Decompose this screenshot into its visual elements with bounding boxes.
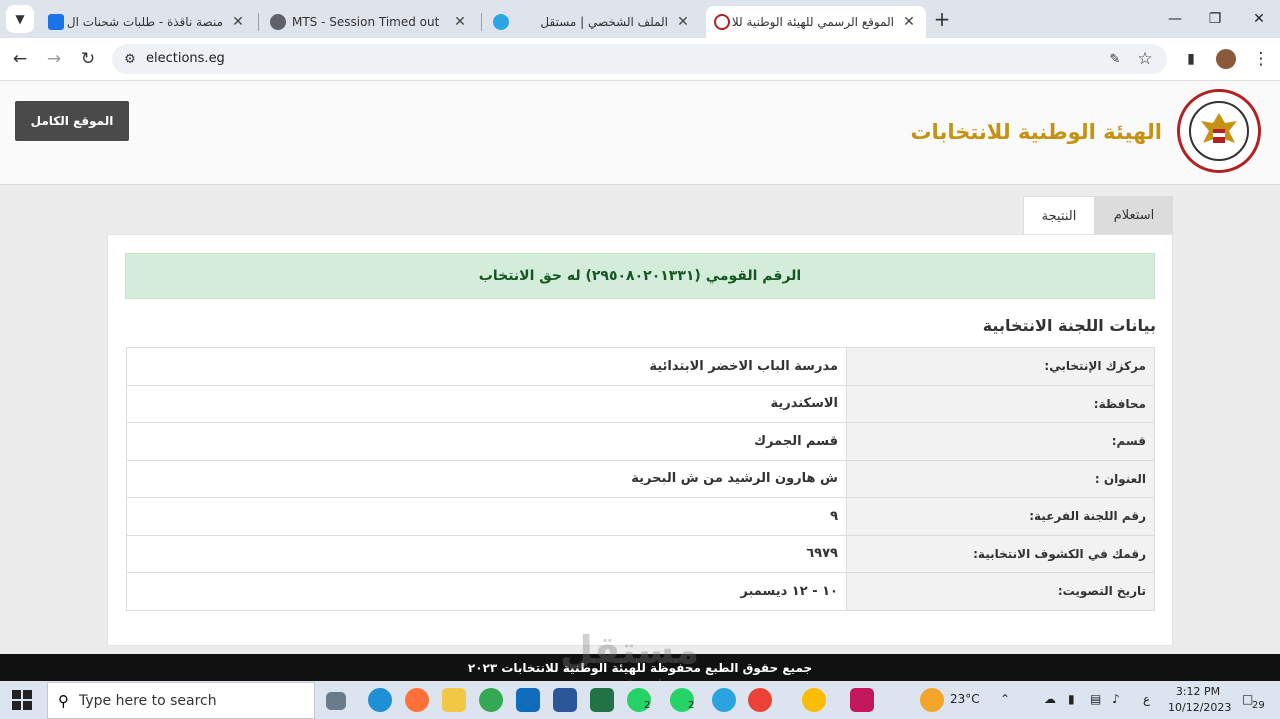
close-tab-icon[interactable]: ✕ — [900, 14, 918, 30]
tab-divider — [258, 13, 259, 31]
side-panel-icon[interactable]: ▮ — [1177, 45, 1205, 73]
telegram-icon[interactable] — [712, 688, 736, 712]
clock-date: 10/12/2023 — [1168, 701, 1232, 714]
translate-icon[interactable]: ✎ — [1101, 45, 1129, 73]
notification-count: 29 — [1252, 700, 1265, 711]
table-row: رقم اللجنة الفرعية: ٩ — [126, 497, 1155, 536]
tab-inquiry[interactable]: استعلام — [1095, 196, 1173, 235]
committee-info-table: مركزك الإنتخابي: مدرسة الباب الاخضر الابت… — [126, 347, 1155, 611]
back-icon[interactable]: ← — [6, 45, 34, 73]
row-value: قسم الجمرك — [126, 422, 847, 461]
globe-icon — [270, 14, 286, 30]
tab-title: الموقع الرسمي للهيئة الوطنية للا — [731, 15, 894, 29]
row-label: قسم: — [846, 422, 1155, 461]
table-row: قسم: قسم الجمرك — [126, 422, 1155, 461]
section-title: بيانات اللجنة الانتخابية — [982, 316, 1156, 335]
table-row: تاريخ التصويت: ١٠ - ١٢ ديسمبر — [126, 572, 1155, 611]
profile-avatar[interactable] — [1212, 45, 1240, 73]
chrome-icon[interactable] — [802, 688, 826, 712]
windows-start-icon[interactable] — [12, 690, 32, 710]
restore-icon[interactable]: ❐ — [1192, 0, 1238, 38]
new-tab-button[interactable]: + — [928, 5, 956, 33]
bookmark-star-icon[interactable]: ☆ — [1131, 45, 1159, 73]
input-language[interactable]: ع — [1143, 692, 1150, 706]
naqda-favicon-icon — [48, 14, 64, 30]
mostaql-favicon-icon — [493, 14, 509, 30]
search-icon: ⚲ — [58, 691, 69, 710]
weather-icon[interactable] — [920, 688, 944, 712]
row-value: الاسكندرية — [126, 384, 847, 423]
task-view-icon[interactable] — [326, 692, 346, 710]
close-tab-icon[interactable]: ✕ — [451, 14, 469, 30]
address-bar[interactable] — [112, 44, 1167, 74]
row-value: ٦٩٧٩ — [126, 534, 847, 573]
site-title: الهيئة الوطنية للانتخابات — [910, 120, 1162, 144]
row-label: رقم اللجنة الفرعية: — [846, 497, 1155, 536]
close-tab-icon[interactable]: ✕ — [229, 14, 247, 30]
menu-kebab-icon[interactable]: ⋮ — [1247, 45, 1275, 73]
row-label: العنوان : — [846, 459, 1155, 498]
chevron-up-icon[interactable]: ⌃ — [1000, 692, 1010, 706]
volume-icon[interactable]: ♪ — [1112, 692, 1120, 706]
eagle-emblem-icon — [1189, 101, 1249, 161]
table-row: العنوان :ش هارون الرشيد من ش البحرية — [126, 459, 1155, 498]
taskbar-clock[interactable]: 3:12 PM 10/12/2023 — [1168, 684, 1232, 716]
taskbar-search-box[interactable]: ⚲ Type here to search — [47, 682, 315, 719]
clock-time: 3:12 PM — [1175, 685, 1221, 698]
word-icon[interactable] — [553, 688, 577, 712]
search-placeholder: Type here to search — [79, 692, 217, 709]
row-value: ١٠ - ١٢ ديسمبر — [126, 572, 847, 611]
outlook-icon[interactable] — [516, 688, 540, 712]
table-row: محافظة: الاسكندرية — [126, 384, 1155, 423]
url-text[interactable]: elections.eg — [146, 51, 225, 66]
row-label: محافظة: — [846, 384, 1155, 423]
elections-logo[interactable] — [1177, 89, 1261, 173]
row-value: مدرسة الباب الاخضر الابتدائية — [126, 347, 847, 386]
row-label: تاريخ التصويت: — [846, 572, 1155, 611]
edge-icon[interactable] — [368, 688, 392, 712]
whatsapp-badge: 2 — [688, 700, 695, 711]
table-row: مركزك الإنتخابي: مدرسة الباب الاخضر الابت… — [126, 347, 1155, 386]
row-value: ش هارون الرشيد من ش البحرية — [126, 459, 847, 498]
tab-search-button[interactable]: ▼ — [6, 5, 34, 33]
row-value: ٩ — [126, 497, 847, 536]
eligibility-alert: الرقم القومي (٢٩٥٠٨٠٢٠١٣٣١) له حق الانتخ… — [125, 253, 1155, 299]
elections-favicon-icon — [714, 14, 730, 30]
chrome-icon[interactable] — [748, 688, 772, 712]
row-label: رقمك في الكشوف الانتخابية: — [846, 534, 1155, 573]
chrome-icon[interactable] — [479, 688, 503, 712]
tab-mts[interactable]: MTS - Session Timed out ✕ — [262, 6, 477, 38]
watermark-logo: مستقل — [560, 628, 699, 672]
site-info-icon[interactable]: ⚙ — [116, 45, 144, 73]
network-icon[interactable]: ▤ — [1090, 692, 1101, 706]
tab-title: منصة ناقذة - طلبات شحنات ال ( — [64, 15, 223, 29]
weather-temp[interactable]: 23°C — [950, 692, 980, 706]
tab-result[interactable]: النتيجة — [1023, 196, 1095, 235]
row-label: مركزك الإنتخابي: — [846, 347, 1155, 386]
tab-title: الملف الشخصي | مستقل — [540, 15, 668, 29]
close-tab-icon[interactable]: ✕ — [674, 14, 692, 30]
tab-title: MTS - Session Timed out — [292, 15, 440, 29]
tab-elections[interactable]: الموقع الرسمي للهيئة الوطنية للا ✕ — [706, 6, 926, 38]
file-explorer-icon[interactable] — [442, 688, 466, 712]
tab-naqda[interactable]: منصة ناقذة - طلبات شحنات ال ( ✕ — [40, 6, 255, 38]
tab-divider — [481, 13, 482, 31]
reload-icon[interactable]: ↻ — [74, 45, 102, 73]
table-row: رقمك في الكشوف الانتخابية: ٦٩٧٩ — [126, 534, 1155, 573]
full-site-button[interactable]: الموقع الكامل — [15, 101, 129, 141]
firefox-icon[interactable] — [405, 688, 429, 712]
close-window-icon[interactable]: ✕ — [1236, 0, 1280, 38]
excel-icon[interactable] — [590, 688, 614, 712]
cloud-icon[interactable]: ☁ — [1044, 692, 1056, 706]
forward-icon[interactable]: → — [40, 45, 68, 73]
tab-mostaql[interactable]: الملف الشخصي | مستقل ✕ — [485, 6, 700, 38]
battery-icon[interactable]: ▮ — [1068, 692, 1075, 706]
whatsapp-badge: 2 — [644, 700, 651, 711]
pdf-app-icon[interactable] — [850, 688, 874, 712]
